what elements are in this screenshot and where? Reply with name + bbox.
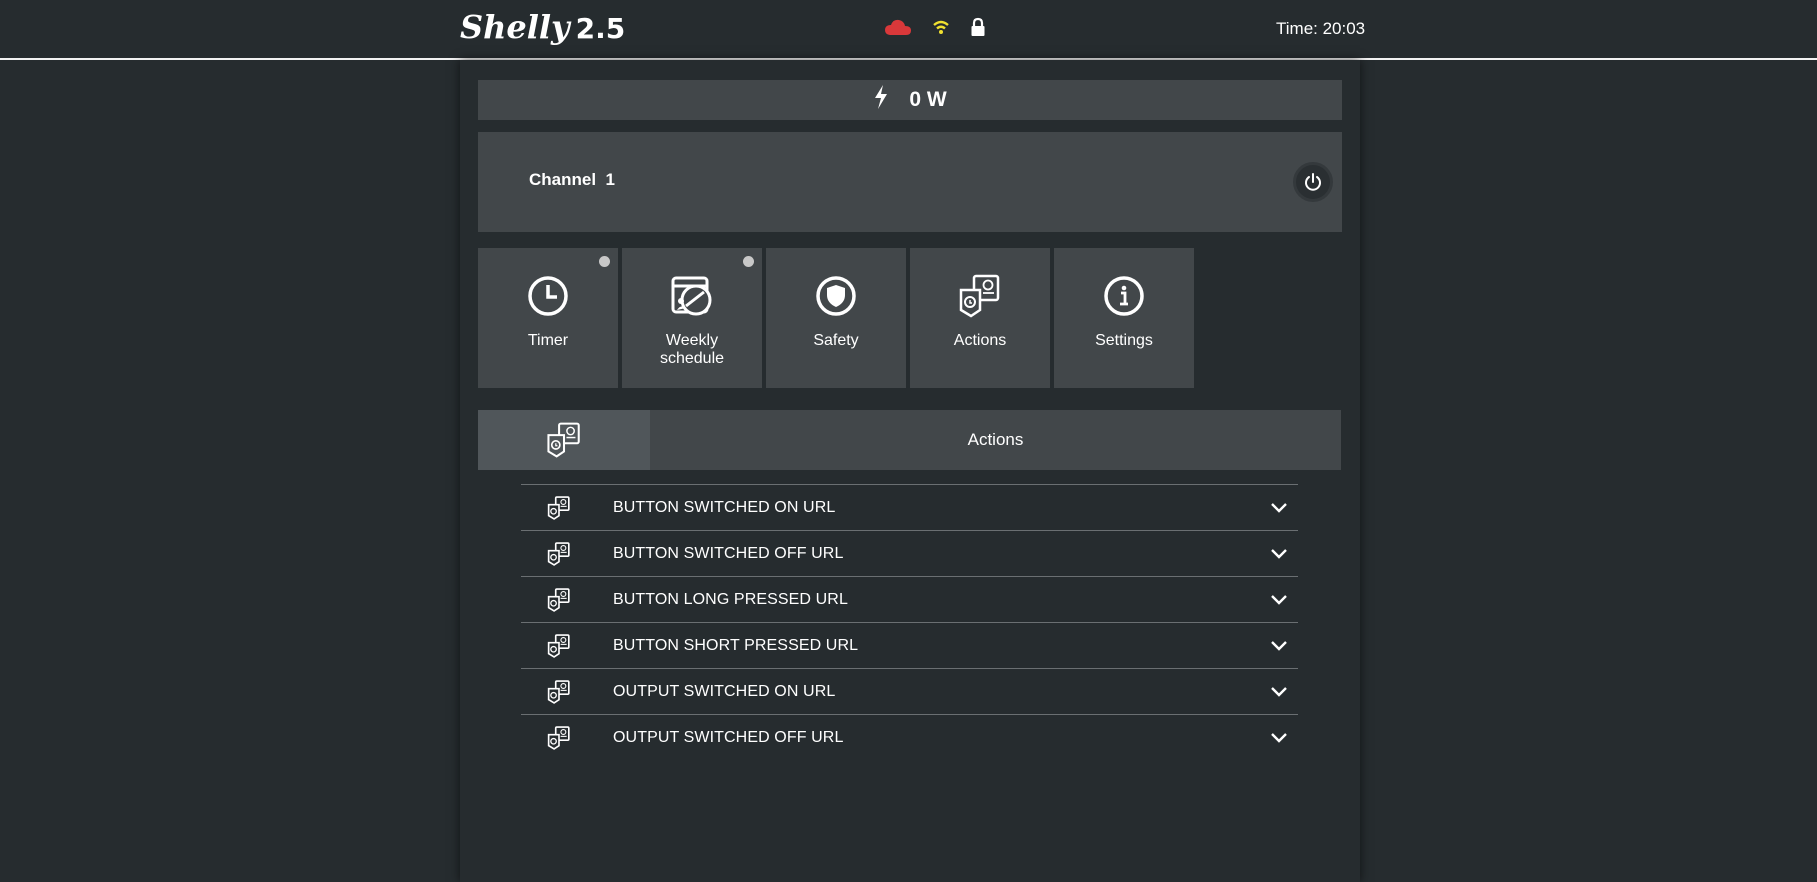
tile-label: Timer	[527, 332, 569, 349]
info-icon	[1102, 274, 1146, 318]
status-dot	[743, 256, 754, 267]
channel-power-button[interactable]	[1293, 162, 1333, 202]
status-dot	[599, 256, 610, 267]
power-icon	[1305, 173, 1321, 191]
action-row-button-long-pressed[interactable]: BUTTON LONG PRESSED URL	[521, 576, 1298, 622]
brand-text: Shelly	[460, 8, 570, 46]
main-panel: 0 W Channel 1 Timer Weekly schedule Safe…	[460, 60, 1360, 882]
clock-icon	[526, 274, 570, 318]
shield-icon	[814, 274, 858, 318]
chevron-down-icon	[1271, 733, 1287, 743]
power-value: 0 W	[909, 88, 947, 111]
tile-label: Actions	[953, 332, 1007, 349]
action-row-button-short-pressed[interactable]: BUTTON SHORT PRESSED URL	[521, 622, 1298, 668]
channel-card: Channel 1	[478, 132, 1342, 232]
actions-icon	[958, 274, 1002, 318]
top-bar: Shelly 2.5 Time: 20:03	[0, 0, 1817, 60]
actions-icon	[547, 588, 570, 612]
action-label: OUTPUT SWITCHED ON URL	[613, 682, 836, 700]
action-row-output-switched-off[interactable]: OUTPUT SWITCHED OFF URL	[521, 714, 1298, 760]
action-row-output-switched-on[interactable]: OUTPUT SWITCHED ON URL	[521, 668, 1298, 714]
action-row-button-switched-off[interactable]: BUTTON SWITCHED OFF URL	[521, 530, 1298, 576]
tile-timer[interactable]: Timer	[478, 248, 618, 388]
actions-icon	[547, 542, 570, 566]
status-icons	[884, 17, 986, 41]
model-text: 2.5	[575, 12, 626, 45]
chevron-down-icon	[1271, 595, 1287, 605]
action-url-list: BUTTON SWITCHED ON URL BUTTON SWITCHED O…	[521, 484, 1298, 760]
chevron-down-icon	[1271, 687, 1287, 697]
cloud-icon	[884, 18, 912, 41]
actions-section-header: Actions	[478, 410, 1341, 470]
wifi-icon	[932, 19, 950, 40]
tile-label: Weekly schedule	[659, 332, 725, 367]
tile-settings[interactable]: Settings	[1054, 248, 1194, 388]
action-label: BUTTON SWITCHED OFF URL	[613, 544, 844, 562]
actions-icon	[547, 496, 570, 520]
lock-icon	[970, 17, 986, 42]
action-label: OUTPUT SWITCHED OFF URL	[613, 728, 844, 746]
actions-icon	[547, 726, 570, 750]
tile-safety[interactable]: Safety	[766, 248, 906, 388]
tile-weekly-schedule[interactable]: Weekly schedule	[622, 248, 762, 388]
action-label: BUTTON LONG PRESSED URL	[613, 590, 848, 608]
power-meter: 0 W	[478, 80, 1342, 120]
channel-name: Channel 1	[529, 170, 615, 189]
actions-icon	[547, 634, 570, 658]
tile-label: Safety	[813, 332, 859, 349]
action-row-button-switched-on[interactable]: BUTTON SWITCHED ON URL	[521, 484, 1298, 530]
action-label: BUTTON SHORT PRESSED URL	[613, 636, 859, 654]
chevron-down-icon	[1271, 549, 1287, 559]
chevron-down-icon	[1271, 641, 1287, 651]
actions-icon	[478, 410, 650, 470]
schedule-icon	[670, 274, 714, 318]
tile-actions[interactable]: Actions	[910, 248, 1050, 388]
chevron-down-icon	[1271, 503, 1287, 513]
lightning-icon	[873, 85, 889, 115]
time-display: Time: 20:03	[1276, 19, 1366, 38]
action-label: BUTTON SWITCHED ON URL	[613, 498, 836, 516]
actions-icon	[547, 680, 570, 704]
tile-label: Settings	[1095, 332, 1153, 349]
section-title: Actions	[967, 430, 1024, 449]
feature-tiles: Timer Weekly schedule Safety Actions Set…	[478, 248, 1194, 388]
shelly-logo: Shelly 2.5	[460, 8, 625, 48]
